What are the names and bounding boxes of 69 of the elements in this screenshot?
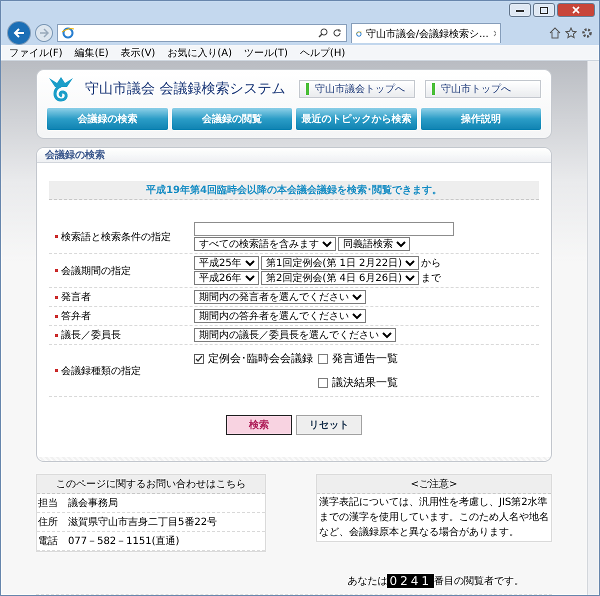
field-label: 議長／委員長 [61, 328, 121, 342]
field-label: 会議録種類の指定 [61, 364, 141, 378]
field-label: 会議期間の指定 [61, 264, 131, 278]
dropdown[interactable]: 同義語検索 [338, 237, 410, 251]
dropdown[interactable]: 第2回定例会(第 4日 6月26日) [261, 271, 419, 285]
dropdown[interactable]: 期間内の答弁者を選んでください [194, 309, 366, 323]
menu-item[interactable]: 編集(E) [74, 46, 109, 60]
dropdown[interactable]: 期間内の議長／委員長を選んでください [194, 328, 396, 342]
settings-icon[interactable] [581, 27, 593, 39]
back-button[interactable] [7, 21, 31, 45]
bar-icon [432, 83, 435, 95]
search-button[interactable]: 検索 [226, 415, 292, 435]
search-field[interactable] [194, 222, 454, 236]
range-text: まで [421, 272, 441, 285]
table-heading: このページに関するお問い合わせはこちら [37, 475, 265, 494]
panel-heading: 会議録の検索 [37, 148, 551, 163]
dropdown[interactable]: 平成26年 [194, 271, 259, 285]
menu-item[interactable]: お気に入り(A) [167, 46, 232, 60]
menu-item[interactable]: 表示(V) [120, 46, 156, 60]
table-cell-text: 議会事務局 [68, 496, 118, 510]
link-button[interactable]: 守山市議会トップへ [299, 80, 415, 98]
checkbox-label: 議決結果一覧 [332, 375, 398, 390]
menu-item[interactable]: ツール(T) [244, 46, 288, 60]
arrow-right-icon [39, 28, 49, 38]
table-cell-text: 077－582－1151(直通) [68, 534, 180, 548]
field-label: 発言者 [61, 290, 91, 304]
counter-text: あなたは [347, 575, 388, 588]
checkbox[interactable] [318, 354, 328, 364]
logo-icon [47, 76, 75, 102]
bar-icon [306, 83, 309, 95]
site-title: 守山市議会 会議録検索システム [85, 80, 286, 98]
table-cell-text: 滋賀県守山市吉身二丁目5番22号 [68, 516, 218, 529]
minimize-icon [516, 8, 524, 12]
maximize-button[interactable] [533, 3, 555, 17]
table-cell-text: 住所 [38, 516, 59, 529]
counter-text: 番目の閲覧者です。 [434, 574, 524, 588]
maximize-icon [540, 6, 548, 14]
visitor-counter: 0241 [387, 574, 434, 588]
checkbox[interactable] [318, 378, 328, 388]
browser-tab[interactable]: 守山市議会/会議録検索シ... [351, 23, 501, 43]
table-cell-text: 担当 [38, 496, 59, 510]
checkbox-label: 発言通告一覧 [332, 351, 398, 366]
close-button[interactable] [557, 3, 595, 17]
arrow-left-icon [13, 27, 25, 39]
minimize-button[interactable] [509, 3, 531, 17]
caution-text: 漢字表記については、汎用性を考慮し、JIS第2水準までの漢字を使用しています。このため人名や地名など、会議録原本と異なる場合があります。 [318, 496, 550, 540]
dropdown[interactable]: 第1回定例会(第 1日 2月22日) [261, 256, 419, 270]
home-icon[interactable] [549, 27, 561, 39]
field-label: 答弁者 [61, 310, 91, 323]
link-button[interactable]: 守山市トップへ [425, 80, 541, 98]
dropdown[interactable]: すべての検索語を含みます [194, 237, 336, 251]
checkbox[interactable] [194, 354, 204, 364]
range-text: から [421, 257, 441, 270]
scrollbar[interactable] [587, 61, 599, 595]
dropdown[interactable]: 平成25年 [194, 256, 259, 270]
caution-heading: <ご注意> [317, 475, 551, 494]
menu-item[interactable]: ファイル(F) [9, 46, 63, 60]
field-label: 検索語と検索条件の指定 [61, 230, 171, 244]
table-cell-text: 電話 [38, 534, 59, 548]
checkbox-label: 定例会･臨時会会議録 [208, 351, 313, 366]
tab-title: 守山市議会/会議録検索シ... [366, 28, 489, 40]
notice-text: 平成19年第4回臨時会以降の本会議会議録を検索･閲覧できます。 [49, 181, 539, 200]
star-icon[interactable] [565, 27, 577, 39]
reset-button[interactable]: リセット [296, 415, 362, 435]
search-icon[interactable] [318, 28, 328, 38]
globe-e-icon [62, 27, 74, 39]
refresh-icon[interactable] [332, 28, 342, 38]
dropdown[interactable]: 期間内の発言者を選んでください [194, 290, 366, 304]
menu-item[interactable]: ヘルプ(H) [300, 46, 346, 60]
